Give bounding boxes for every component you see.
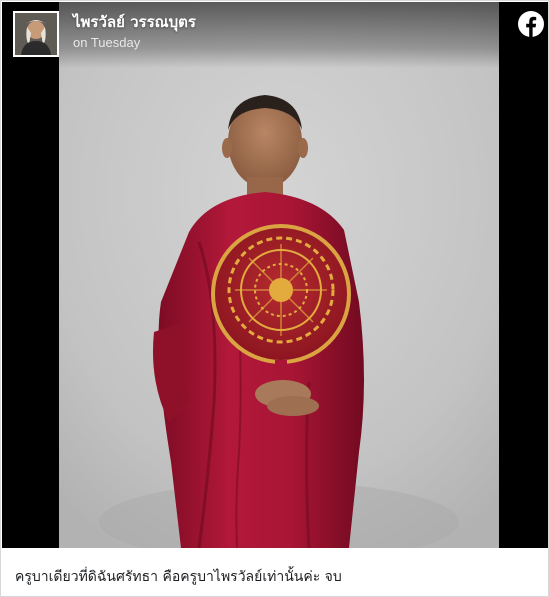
post-timestamp[interactable]: on Tuesday — [73, 35, 140, 51]
post-media[interactable]: ไพรวัลย์ วรรณบุตร on Tuesday — [2, 2, 548, 548]
post-photo[interactable] — [59, 2, 499, 548]
author-name[interactable]: ไพรวัลย์ วรรณบุตร — [73, 11, 196, 33]
post-caption: ครูบาเดียวที่ดิฉันศรัทธา คือครูบาไพรวัลย… — [15, 569, 342, 585]
author-avatar[interactable] — [13, 11, 59, 57]
facebook-icon[interactable] — [518, 11, 544, 37]
embedded-post-card: ไพรวัลย์ วรรณบุตร on Tuesday ครูบาเดียวท… — [0, 0, 549, 597]
